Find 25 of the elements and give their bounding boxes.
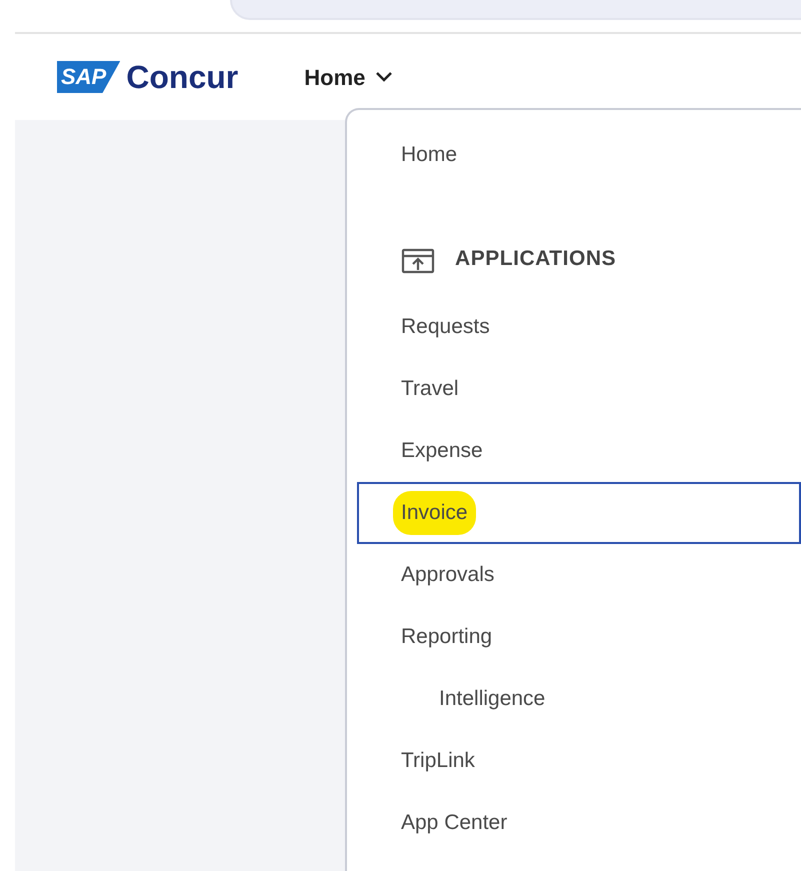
- item-label: Expense: [401, 438, 483, 464]
- item-label: Invoice: [393, 491, 476, 535]
- menu-item[interactable]: Reporting: [357, 606, 801, 668]
- item-label: Reporting: [401, 624, 492, 650]
- menu-item[interactable]: App Center: [357, 792, 801, 854]
- item-label: Approvals: [401, 562, 494, 588]
- item-label: TripLink: [401, 748, 475, 774]
- chevron-icon: [375, 71, 394, 83]
- menu-item[interactable]: Travel: [357, 358, 801, 420]
- home-nav-button[interactable]: Home: [304, 60, 394, 94]
- item-label: Intelligence: [439, 686, 546, 712]
- menu-item[interactable]: Requests: [357, 296, 801, 358]
- item-label: Travel: [401, 376, 459, 402]
- menu-item[interactable]: Expense: [357, 420, 801, 482]
- logo[interactable]: SAP Concur: [57, 61, 238, 93]
- item-label: Requests: [401, 314, 490, 340]
- menu-item[interactable]: Invoice: [357, 482, 801, 544]
- item-label: App Center: [401, 810, 508, 836]
- menu-item[interactable]: Home: [357, 124, 801, 186]
- item-label: Home: [401, 142, 458, 168]
- menu-item[interactable]: Approvals: [357, 544, 801, 606]
- menu-item[interactable]: TripLink: [357, 730, 801, 792]
- application-window-icon: [401, 248, 435, 274]
- menu-item[interactable]: Intelligence: [357, 668, 801, 730]
- section-heading: APPLICATIONS: [455, 246, 616, 272]
